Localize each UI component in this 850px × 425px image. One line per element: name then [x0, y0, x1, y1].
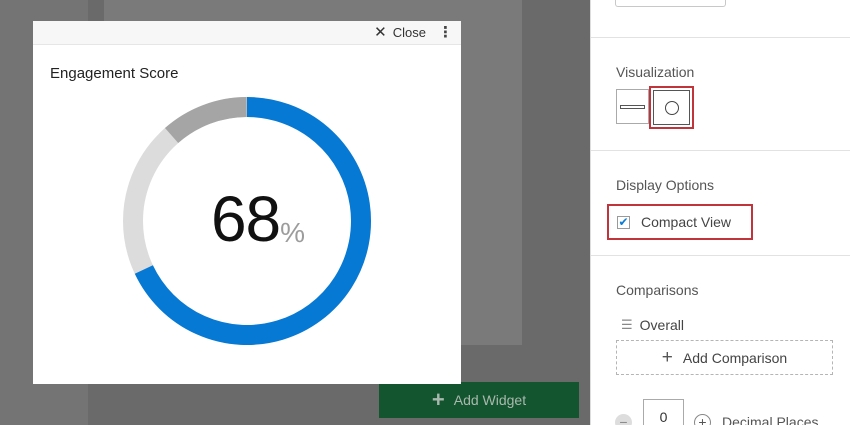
widget-preview-modal: ✕ Close ⋮ Engagement Score 68 %: [33, 21, 461, 384]
decimal-places-input[interactable]: [643, 399, 684, 425]
overall-label: Overall: [639, 317, 685, 333]
more-options-icon[interactable]: ⋮: [438, 25, 453, 40]
widget-title: Engagement Score: [50, 65, 179, 82]
compact-view-label: Compact View: [641, 214, 732, 230]
display-options-title: Display Options: [616, 177, 715, 193]
panel-top-field[interactable]: [615, 0, 726, 7]
close-icon: ✕: [374, 24, 387, 41]
decrement-icon[interactable]: −: [615, 413, 632, 425]
gauge-option-frame: [653, 90, 690, 125]
bar-icon: [620, 104, 645, 109]
add-comparison-label: Add Comparison: [682, 349, 788, 366]
divider: [591, 150, 850, 151]
modal-toolbar: ✕ Close ⋮: [33, 21, 461, 45]
add-widget-button[interactable]: + Add Widget: [379, 382, 579, 418]
visualization-bar-option[interactable]: [616, 89, 649, 124]
compact-view-checkbox[interactable]: ✔: [617, 215, 630, 229]
plus-icon: +: [661, 347, 673, 368]
visualization-title: Visualization: [616, 64, 695, 80]
checkmark-icon: ✔: [618, 215, 629, 229]
gauge-accent-arc: [164, 97, 247, 144]
circle-icon: [664, 100, 679, 115]
visualization-gauge-option[interactable]: [649, 86, 694, 129]
drag-handle-icon[interactable]: ☰: [621, 317, 633, 333]
plus-icon: +: [431, 387, 445, 412]
increment-icon[interactable]: +: [694, 413, 711, 425]
decimal-places-label: Decimal Places: [722, 414, 819, 425]
divider: [591, 255, 850, 256]
add-widget-label: Add Widget: [453, 392, 527, 408]
comparison-item-overall[interactable]: ☰ Overall: [621, 317, 684, 333]
score-value: 68: [210, 183, 281, 255]
decimal-places-control: − + Decimal Places: [615, 399, 818, 425]
close-label: Close: [392, 25, 426, 40]
divider: [591, 37, 850, 38]
score-readout: 68 %: [33, 187, 461, 251]
settings-panel: Visualization Display Options ✔ Compact …: [590, 0, 850, 425]
add-comparison-button[interactable]: + Add Comparison: [616, 340, 833, 375]
score-unit: %: [280, 217, 306, 248]
comparisons-title: Comparisons: [616, 282, 699, 298]
close-button[interactable]: ✕ Close: [374, 25, 426, 40]
compact-view-option[interactable]: ✔ Compact View: [607, 204, 753, 240]
